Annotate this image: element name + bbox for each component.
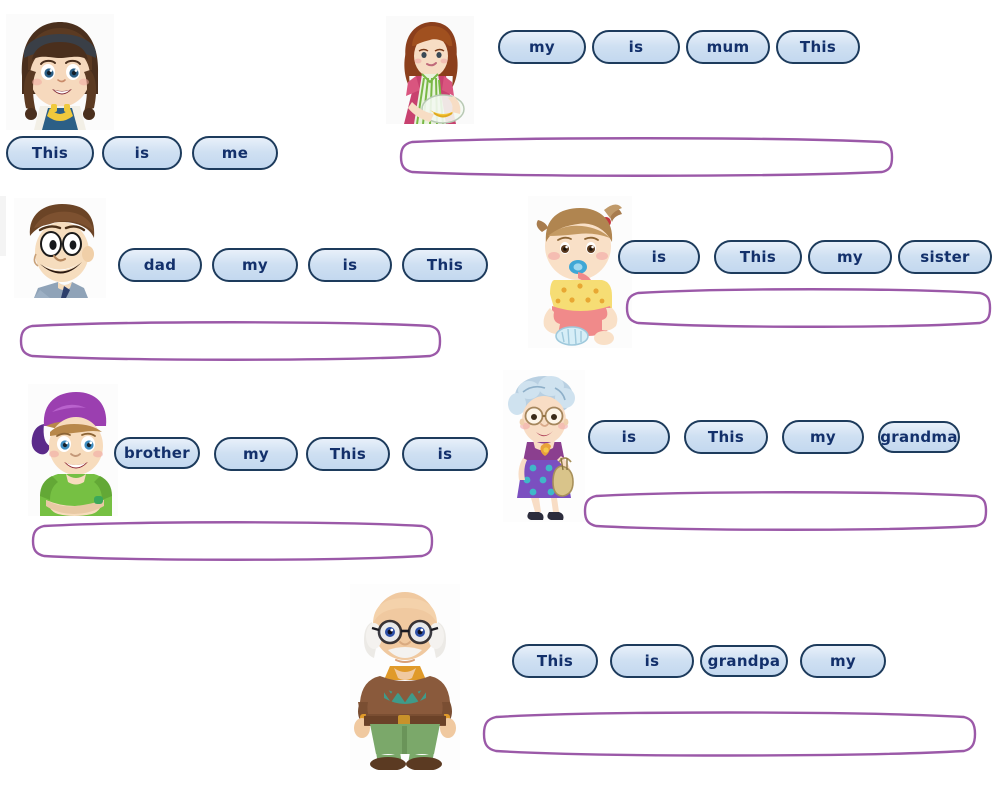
answer-line-grandpa[interactable] bbox=[478, 708, 978, 760]
worksheet-canvas: This is me my is mum This dad my is This… bbox=[0, 0, 1000, 800]
tile-label: is bbox=[628, 38, 644, 56]
tile-this-mum[interactable]: This bbox=[776, 30, 860, 64]
tile-mum-mum[interactable]: mum bbox=[686, 30, 770, 64]
tile-is-me[interactable]: is bbox=[102, 136, 182, 170]
tile-is-brother[interactable]: is bbox=[402, 437, 488, 471]
tile-brother-brother[interactable]: brother bbox=[114, 437, 200, 469]
tile-grandpa-grandpa[interactable]: grandpa bbox=[700, 645, 788, 677]
tile-label: sister bbox=[920, 248, 970, 266]
tile-my-grandpa[interactable]: my bbox=[800, 644, 886, 678]
tile-me-me[interactable]: me bbox=[192, 136, 278, 170]
tile-label: my bbox=[836, 248, 863, 266]
tile-label: my bbox=[829, 652, 856, 670]
tile-label: This bbox=[739, 248, 777, 266]
grandma-avatar bbox=[503, 370, 585, 522]
tile-my-brother[interactable]: my bbox=[214, 437, 298, 471]
tile-label: This bbox=[426, 256, 464, 274]
tile-is-grandma[interactable]: is bbox=[588, 420, 670, 454]
tile-is-sister[interactable]: is bbox=[618, 240, 700, 274]
tile-is-mum[interactable]: is bbox=[592, 30, 680, 64]
tile-sister-sister[interactable]: sister bbox=[898, 240, 992, 274]
tile-label: This bbox=[536, 652, 574, 670]
tile-label: my bbox=[528, 38, 555, 56]
tile-label: grandpa bbox=[707, 652, 781, 670]
tile-label: me bbox=[221, 144, 249, 162]
answer-line-sister[interactable] bbox=[622, 285, 994, 331]
tile-label: brother bbox=[124, 444, 190, 462]
tile-label: is bbox=[134, 144, 150, 162]
tile-grandma-grandma[interactable]: grandma bbox=[878, 421, 960, 453]
tile-my-grandma[interactable]: my bbox=[782, 420, 864, 454]
tile-is-grandpa[interactable]: is bbox=[610, 644, 694, 678]
tile-is-dad[interactable]: is bbox=[308, 248, 392, 282]
tile-label: This bbox=[799, 38, 837, 56]
tile-label: This bbox=[707, 428, 745, 446]
tile-this-dad[interactable]: This bbox=[402, 248, 488, 282]
tile-this-grandpa[interactable]: This bbox=[512, 644, 598, 678]
tile-label: This bbox=[329, 445, 367, 463]
scan-edge-artifact bbox=[0, 196, 6, 256]
tile-this-brother[interactable]: This bbox=[306, 437, 390, 471]
tile-label: is bbox=[437, 445, 453, 463]
tile-my-dad[interactable]: my bbox=[212, 248, 298, 282]
answer-line-brother[interactable] bbox=[28, 518, 436, 564]
tile-label: my bbox=[242, 445, 269, 463]
tile-my-sister[interactable]: my bbox=[808, 240, 892, 274]
tile-label: dad bbox=[143, 256, 177, 274]
tile-label: This bbox=[31, 144, 69, 162]
tile-label: is bbox=[644, 652, 660, 670]
tile-this-sister[interactable]: This bbox=[714, 240, 802, 274]
answer-line-mum[interactable] bbox=[396, 134, 896, 180]
grandpa-avatar bbox=[350, 584, 460, 770]
tile-this-me[interactable]: This bbox=[6, 136, 94, 170]
girl-avatar bbox=[6, 14, 114, 130]
dad-avatar bbox=[14, 198, 106, 298]
brother-avatar bbox=[28, 384, 118, 516]
tile-label: is bbox=[651, 248, 667, 266]
tile-label: grandma bbox=[880, 428, 958, 446]
tile-my-mum[interactable]: my bbox=[498, 30, 586, 64]
mum-avatar bbox=[386, 16, 474, 124]
answer-line-dad[interactable] bbox=[16, 318, 444, 364]
sister-avatar bbox=[528, 196, 632, 348]
answer-line-grandma[interactable] bbox=[580, 488, 990, 534]
tile-dad-dad[interactable]: dad bbox=[118, 248, 202, 282]
tile-this-grandma[interactable]: This bbox=[684, 420, 768, 454]
tile-label: is bbox=[342, 256, 358, 274]
tile-label: my bbox=[241, 256, 268, 274]
tile-label: is bbox=[621, 428, 637, 446]
tile-label: my bbox=[809, 428, 836, 446]
tile-label: mum bbox=[706, 38, 750, 56]
